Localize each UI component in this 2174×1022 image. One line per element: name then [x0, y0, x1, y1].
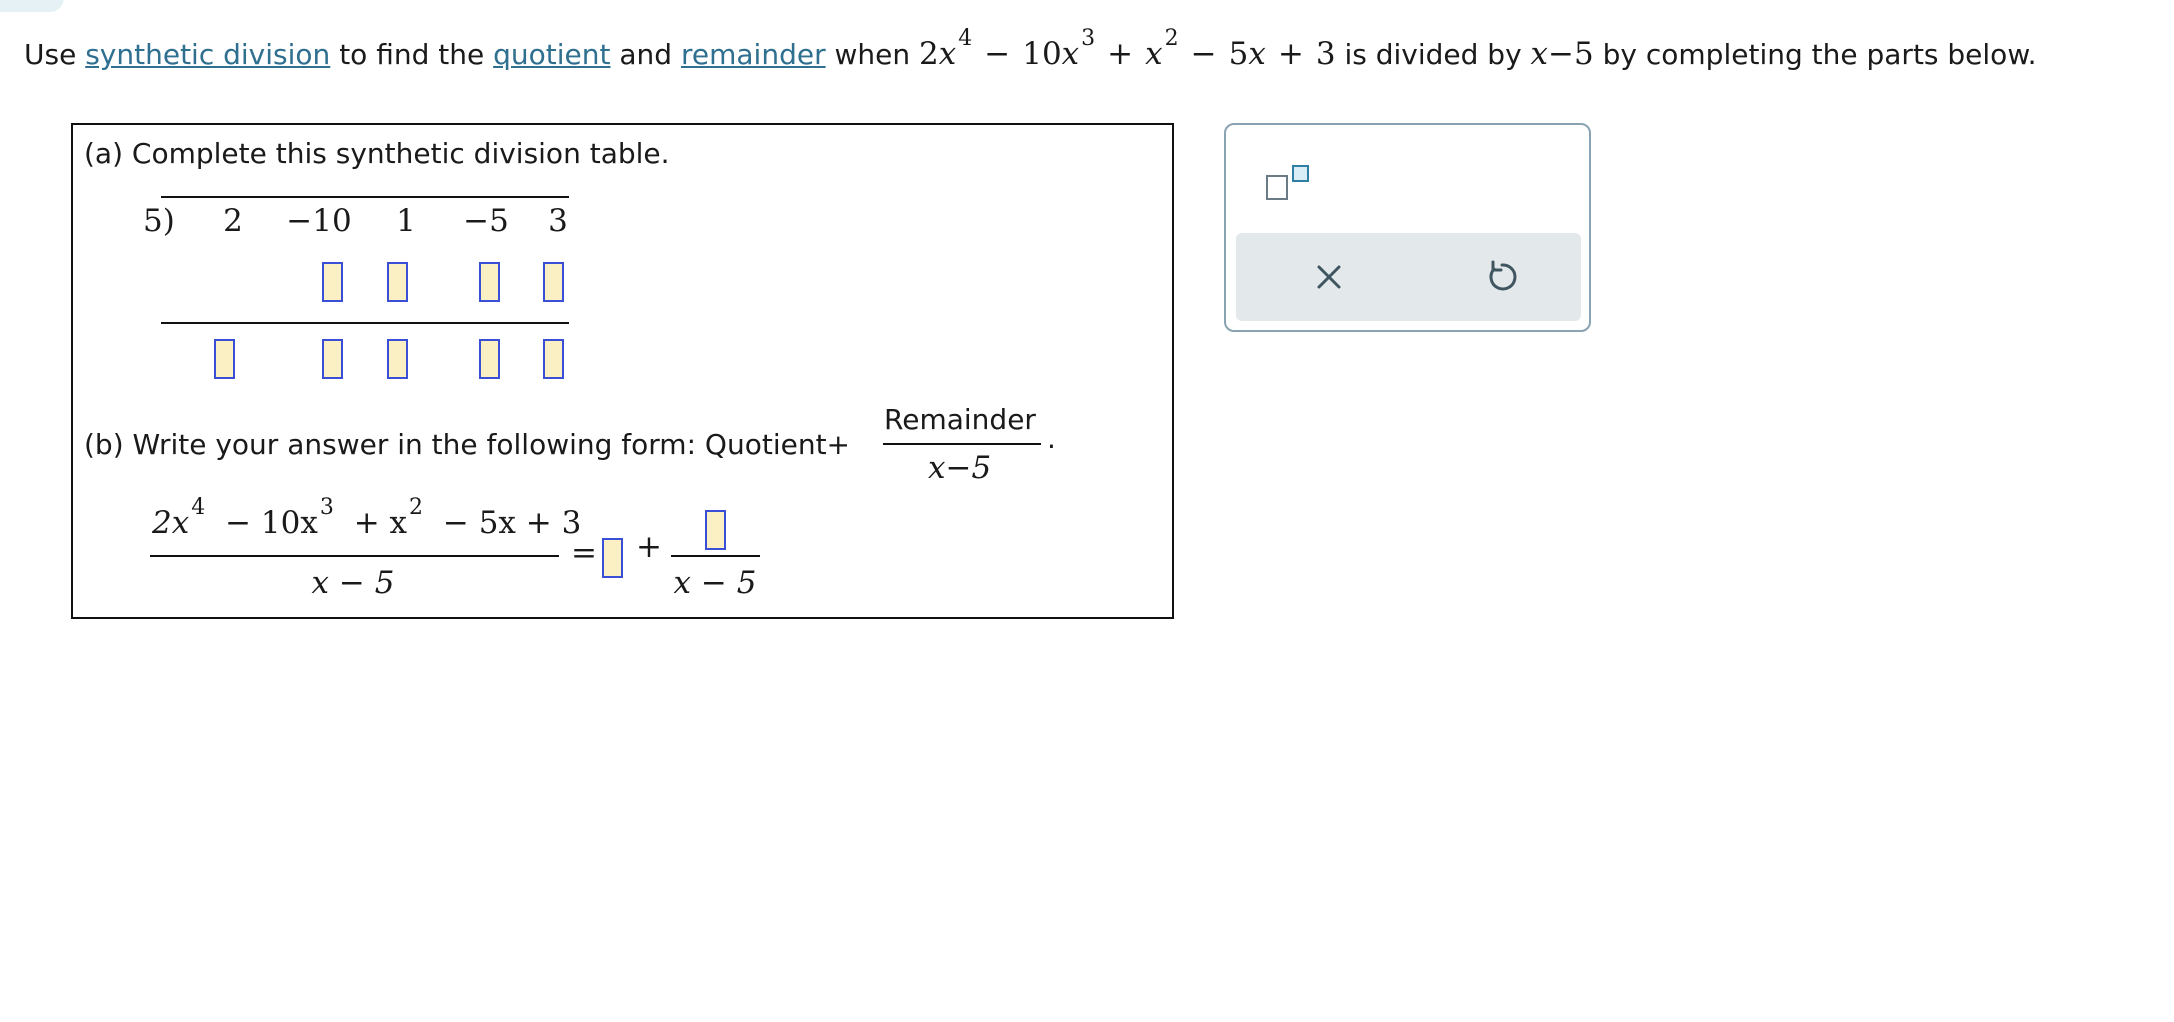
result-input[interactable]	[214, 339, 235, 379]
coefficient: 2	[223, 203, 243, 239]
exponent-box-icon	[1292, 165, 1309, 182]
synthetic-divisor: 5)	[143, 203, 175, 239]
quotient-input[interactable]	[602, 538, 623, 578]
undo-icon	[1489, 260, 1517, 291]
answer-denominator: x − 5	[673, 565, 757, 601]
clear-button[interactable]	[1307, 255, 1351, 299]
equation-numerator: 2x4 − 10x3 + x2 − 5x + 3	[152, 494, 582, 541]
answer-work-area: (a) Complete this synthetic division tab…	[71, 123, 1174, 619]
top-corner-tab	[0, 0, 64, 12]
result-input[interactable]	[387, 339, 408, 379]
product-input[interactable]	[479, 262, 500, 302]
form-remainder-label: Remainder	[884, 403, 1036, 436]
prompt-text: by completing the parts below.	[1602, 38, 2037, 71]
part-a-heading: (a) Complete this synthetic division tab…	[84, 137, 670, 170]
plus-sign: +	[826, 428, 851, 461]
product-input[interactable]	[387, 262, 408, 302]
division-top-rule	[161, 196, 569, 198]
product-input[interactable]	[543, 262, 564, 302]
plus-sign: +	[636, 529, 662, 565]
equals-sign: =	[571, 535, 597, 571]
remainder-link[interactable]: remainder	[681, 38, 826, 71]
prompt-text: Use	[24, 38, 77, 71]
question-prompt: Use synthetic division to find the quoti…	[24, 25, 2037, 77]
prompt-text: is divided by	[1344, 38, 1522, 71]
synthetic-division-link[interactable]: synthetic division	[85, 38, 330, 71]
superscript-tool-button[interactable]	[1266, 163, 1310, 203]
part-b-heading: (b) Write your answer in the following f…	[84, 428, 851, 461]
result-input[interactable]	[322, 339, 343, 379]
base-box-icon	[1266, 175, 1288, 200]
dividend-expression: 2x4−10x3 + x2−5x +3	[919, 25, 1336, 72]
coefficient: −5	[463, 203, 509, 239]
form-denominator: x−5	[928, 450, 992, 486]
prompt-text: to find the	[339, 38, 485, 71]
answer-fraction-bar	[671, 555, 760, 557]
coefficient: 3	[548, 203, 568, 239]
product-input[interactable]	[322, 262, 343, 302]
divisor-expression: x−5	[1530, 36, 1594, 72]
remainder-input[interactable]	[705, 510, 726, 550]
coefficient: 1	[396, 203, 416, 239]
result-input[interactable]	[543, 339, 564, 379]
form-period: .	[1047, 422, 1056, 455]
tool-actions-bar	[1236, 233, 1581, 321]
equation-fraction-bar	[150, 555, 559, 557]
coefficient: −10	[286, 203, 352, 239]
equation-denominator: x − 5	[311, 565, 395, 601]
form-fraction-bar	[883, 443, 1041, 445]
reset-button[interactable]	[1480, 255, 1524, 299]
prompt-text: and	[619, 38, 673, 71]
prompt-text: when	[834, 38, 911, 71]
math-tools-panel	[1224, 123, 1591, 332]
division-bottom-rule	[161, 322, 569, 324]
result-input[interactable]	[479, 339, 500, 379]
close-icon	[1317, 265, 1341, 289]
quotient-link[interactable]: quotient	[493, 38, 610, 71]
